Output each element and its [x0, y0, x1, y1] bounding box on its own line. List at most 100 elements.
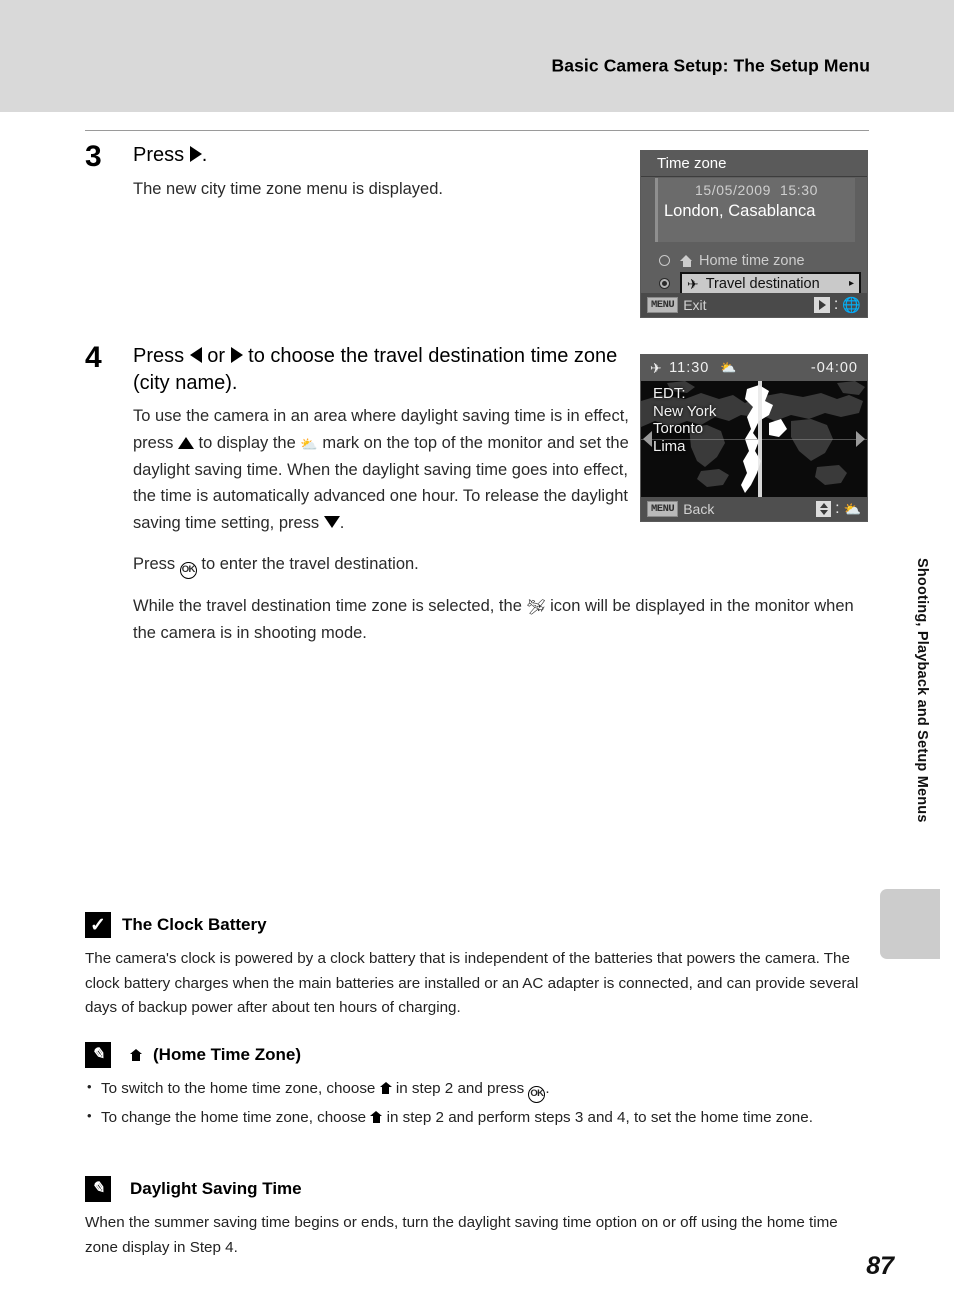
selected-time-zone-band — [758, 381, 762, 497]
step-4-paragraph-2: Press OK to enter the travel destination… — [133, 551, 630, 579]
hint-separator: : — [835, 500, 840, 517]
note-daylight-saving-time: ✎ Daylight Saving Time When the summer s… — [85, 1176, 869, 1260]
time-zone-info-panel: 15/05/2009 15:30 London, Casablanca — [655, 178, 855, 242]
p1-d: . — [339, 514, 345, 533]
chevron-right-icon: ▸ — [848, 278, 854, 289]
note-title: Daylight Saving Time — [130, 1179, 302, 1198]
zone-abbreviation: EDT: — [653, 385, 686, 402]
p2-a: Press — [133, 554, 176, 573]
previous-zone-arrow-icon[interactable] — [643, 431, 652, 447]
home-icon — [379, 1082, 392, 1094]
note-bullet-list: To switch to the home time zone, choose … — [85, 1076, 869, 1131]
note-title: The Clock Battery — [122, 915, 267, 934]
note-clock-battery: ✓ The Clock Battery The camera's clock i… — [85, 912, 869, 1021]
daylight-saving-icon: ⛅ — [300, 435, 318, 452]
section-tab-marker — [880, 889, 940, 959]
note-paragraph: When the summer saving time begins or en… — [85, 1214, 838, 1256]
option-travel-highlight: ✈ Travel destination ▸ — [680, 272, 861, 295]
bottom-bar-right-hint: : ⛅ — [816, 500, 861, 518]
bottom-bar-label: Back — [683, 501, 715, 517]
step-3-heading-period: . — [201, 144, 208, 166]
step-4-body: To use the camera in an area where dayli… — [133, 403, 854, 647]
menu-button-chip[interactable]: MENU — [647, 501, 679, 517]
check-badge-icon: ✓ — [85, 912, 111, 938]
menu-button-chip[interactable]: MENU — [647, 297, 679, 313]
map-top-bar: ✈ 11:30 ⛅ -04:00 — [641, 355, 867, 381]
bullet-1-b: in step 2 and press — [395, 1080, 525, 1097]
hint-separator: : — [833, 296, 839, 313]
note-title: (Home Time Zone) — [153, 1045, 301, 1064]
p3-a: While the travel destination time zone i… — [133, 596, 522, 615]
daylight-saving-icon: ⛅ — [720, 360, 737, 375]
ok-button-icon: OK — [528, 1086, 546, 1103]
option-home-time-zone[interactable]: Home time zone — [655, 249, 861, 272]
bullet-2-a: To change the home time zone, choose — [101, 1109, 367, 1126]
option-home-label: Home time zone — [699, 252, 805, 269]
step-3-heading: Press . — [133, 142, 625, 169]
list-item: To switch to the home time zone, choose … — [85, 1076, 869, 1103]
home-icon — [130, 1049, 142, 1061]
step-3-body: The new city time zone menu is displayed… — [133, 176, 625, 203]
step-4: 4 Press or to choose the travel destinat… — [85, 343, 854, 647]
globe-icon: 🌐 — [842, 296, 861, 314]
date-time-readout: 15/05/2009 15:30 — [658, 178, 855, 198]
home-icon — [680, 254, 693, 267]
note-heading: ✎ Daylight Saving Time — [85, 1176, 869, 1202]
radio-unselected-icon — [659, 255, 670, 266]
travel-destination-icon: 🛩 — [526, 598, 546, 616]
option-travel-label: Travel destination — [705, 275, 820, 292]
left-arrow-button-icon — [189, 347, 202, 363]
step-3-paragraph: The new city time zone menu is displayed… — [133, 179, 443, 198]
ok-button-icon: OK — [179, 561, 197, 579]
time-value: 15:30 — [780, 182, 819, 198]
right-arrow-button-icon — [230, 347, 243, 363]
bullet-1-c: . — [545, 1080, 550, 1097]
option-travel-destination[interactable]: ✈ Travel destination ▸ — [655, 272, 861, 295]
bullet-2-b: in step 2 and perform steps 3 and 4, to … — [386, 1109, 813, 1126]
note-home-time-zone: ✎ (Home Time Zone) To switch to the home… — [85, 1042, 869, 1134]
daylight-saving-icon: ⛅ — [843, 500, 861, 517]
city-value: London, Casablanca — [664, 202, 816, 220]
step-4-heading-c: to choose the travel destination — [248, 345, 526, 367]
utc-offset-value: -04:00 — [810, 360, 858, 376]
step-4-heading-or: or — [207, 345, 226, 367]
next-zone-arrow-icon[interactable] — [856, 431, 865, 447]
list-item: To change the home time zone, choose in … — [85, 1105, 869, 1131]
p2-b: to enter the travel destination. — [201, 554, 419, 573]
camera-screen-world-map: ✈ 11:30 ⛅ -04:00 EDT: New York Toronto L… — [640, 354, 868, 522]
map-time-value: 11:30 — [669, 360, 710, 376]
map-city-1: New York — [653, 402, 717, 420]
step-3: 3 Press . The new city time zone menu is… — [85, 142, 625, 202]
screen-title: Time zone — [641, 151, 867, 177]
bottom-bar-right-hint: : 🌐 — [813, 296, 861, 314]
map-city-labels: EDT: New York Toronto Lima — [653, 385, 716, 456]
step-4-paragraph-1: To use the camera in an area where dayli… — [133, 403, 630, 537]
note-heading: ✎ (Home Time Zone) — [85, 1042, 869, 1068]
header-divider-rule — [85, 130, 869, 131]
step-4-heading-a: Press — [133, 345, 185, 367]
map-city-2: Toronto — [653, 420, 704, 438]
right-key-icon — [813, 297, 830, 313]
bullet-1-a: To switch to the home time zone, choose — [101, 1080, 376, 1097]
world-map-canvas[interactable]: EDT: New York Toronto Lima — [641, 381, 867, 497]
home-icon — [370, 1111, 383, 1123]
time-zone-options-list: Home time zone ✈ Travel destination ▸ — [655, 249, 861, 295]
up-down-key-icon — [816, 501, 832, 517]
map-city-3: Lima — [653, 438, 686, 456]
p1-b: to display the — [198, 433, 296, 452]
camera-screen-time-zone-menu: Time zone 15/05/2009 15:30 London, Casab… — [640, 150, 868, 318]
section-tab-label: Shooting, Playback and Setup Menus — [914, 558, 930, 823]
right-arrow-button-icon — [189, 146, 202, 162]
down-arrow-button-icon — [323, 516, 340, 529]
step-3-heading-text: Press — [133, 144, 185, 166]
date-value: 15/05/2009 — [694, 182, 772, 198]
plane-icon: ✈ — [650, 359, 663, 376]
page-number: 87 — [866, 1252, 894, 1280]
plane-icon: ✈ — [687, 275, 699, 292]
pencil-badge-icon: ✎ — [85, 1176, 111, 1202]
radio-selected-icon — [659, 278, 670, 289]
step-4-heading: Press or to choose the travel destinatio… — [133, 343, 630, 396]
note-body: When the summer saving time begins or en… — [85, 1211, 869, 1260]
map-bottom-bar: MENU Back : ⛅ — [641, 497, 867, 521]
bottom-bar-label: Exit — [683, 297, 707, 313]
